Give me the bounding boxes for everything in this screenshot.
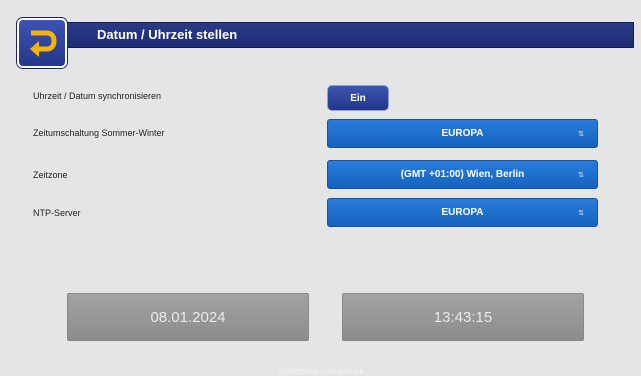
ntp-server-select-value: EUROPA: [441, 207, 484, 218]
dst-select[interactable]: EUROPA ⇅: [327, 119, 598, 148]
updown-arrows-icon: ⇅: [578, 130, 584, 138]
timezone-select-value: (GMT +01:00) Wien, Berlin: [400, 169, 525, 180]
sync-toggle-button[interactable]: Ein: [327, 85, 389, 111]
time-field[interactable]: 13:43:15: [342, 293, 584, 341]
updown-arrows-icon: ⇅: [578, 209, 584, 217]
return-arrow-icon: [30, 30, 57, 57]
header-bar: Datum / Uhrzeit stellen: [16, 22, 634, 48]
dst-select-value: EUROPA: [441, 128, 484, 139]
footer-hint: Speichern und zurück: [276, 366, 365, 376]
sync-label: Uhrzeit / Datum synchronisieren: [33, 91, 162, 101]
updown-arrows-icon: ⇅: [578, 171, 584, 179]
back-button[interactable]: [17, 18, 67, 68]
date-field[interactable]: 08.01.2024: [67, 293, 309, 341]
ntp-server-select[interactable]: EUROPA ⇅: [327, 198, 598, 227]
timezone-label: Zeitzone: [33, 170, 68, 180]
page-title: Datum / Uhrzeit stellen: [97, 27, 238, 42]
dst-label: Zeitumschaltung Sommer-Winter: [33, 128, 165, 138]
timezone-select[interactable]: (GMT +01:00) Wien, Berlin ⇅: [327, 160, 598, 189]
ntp-server-label: NTP-Server: [33, 208, 81, 218]
